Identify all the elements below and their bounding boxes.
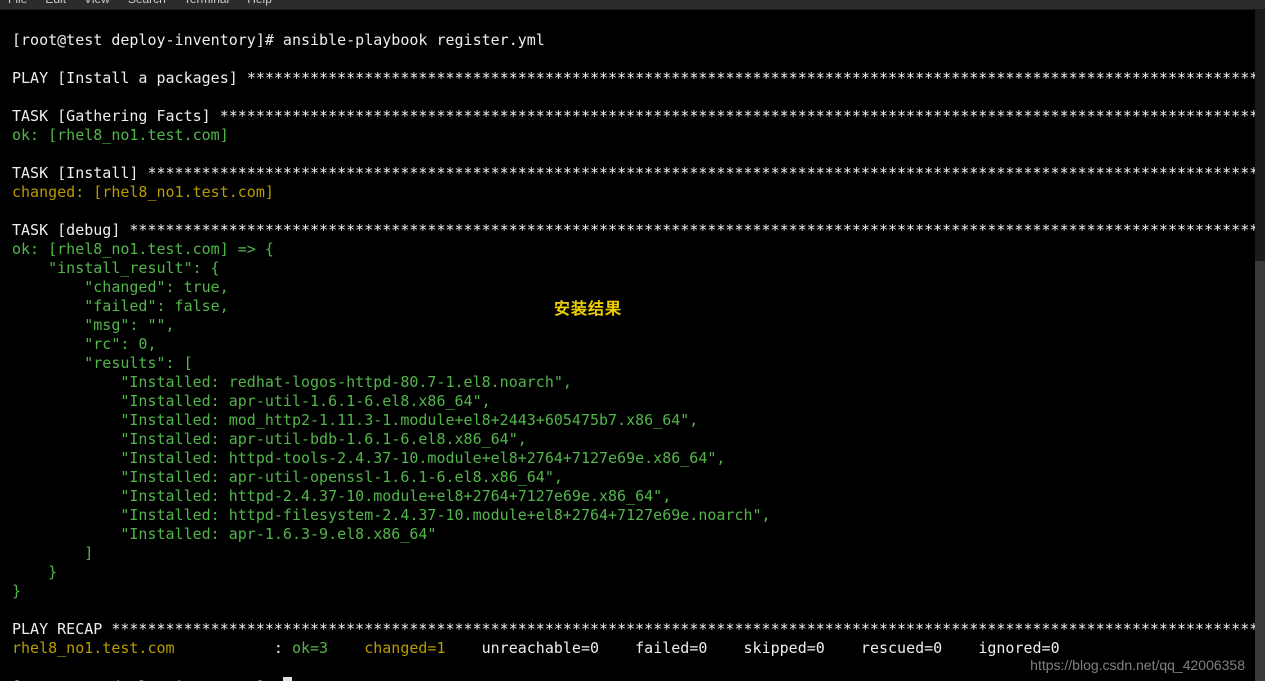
- task-debug: TASK [debug] ***************************…: [12, 221, 1255, 239]
- debug-line: "Installed: apr-1.6.3-9.el8.x86_64": [12, 525, 436, 543]
- prompt-line-1: [root@test deploy-inventory]# ansible-pl…: [12, 31, 545, 49]
- debug-line: "Installed: apr-util-1.6.1-6.el8.x86_64"…: [12, 392, 491, 410]
- debug-line: "changed": true,: [12, 278, 229, 296]
- debug-line: }: [12, 563, 57, 581]
- menu-help[interactable]: Help: [247, 0, 272, 9]
- debug-line: "rc": 0,: [12, 335, 157, 353]
- debug-line: "results": [: [12, 354, 193, 372]
- debug-output-open: ok: [rhel8_no1.test.com] => {: [12, 240, 274, 258]
- recap-changed: changed=1: [364, 639, 481, 658]
- debug-line: "msg": "",: [12, 316, 175, 334]
- play-recap-line: rhel8_no1.test.com : ok=3 changed=1 unre…: [12, 639, 1096, 657]
- debug-line: "Installed: redhat-logos-httpd-80.7-1.el…: [12, 373, 572, 391]
- menu-search[interactable]: Search: [128, 0, 166, 9]
- watermark-text: https://blog.csdn.net/qq_42006358: [1030, 656, 1245, 675]
- debug-line: "Installed: httpd-filesystem-2.4.37-10.m…: [12, 506, 771, 524]
- debug-line: "Installed: mod_http2-1.11.3-1.module+el…: [12, 411, 698, 429]
- debug-output-close: }: [12, 582, 21, 600]
- debug-line: "install_result": {: [12, 259, 220, 277]
- menu-file[interactable]: File: [8, 0, 27, 9]
- debug-line: "Installed: httpd-2.4.37-10.module+el8+2…: [12, 487, 671, 505]
- recap-ok: ok=3: [292, 639, 364, 658]
- menu-edit[interactable]: Edit: [45, 0, 66, 9]
- scrollbar-track[interactable]: [1255, 10, 1265, 681]
- play-recap-header: PLAY RECAP *****************************…: [12, 620, 1255, 638]
- play-header: PLAY [Install a packages] **************…: [12, 69, 1255, 87]
- menu-view[interactable]: View: [84, 0, 110, 9]
- debug-line: "Installed: httpd-tools-2.4.37-10.module…: [12, 449, 725, 467]
- terminal-viewport[interactable]: [root@test deploy-inventory]# ansible-pl…: [0, 10, 1255, 681]
- menu-terminal[interactable]: Terminal: [184, 0, 229, 9]
- cursor-icon: [283, 677, 292, 681]
- task-install: TASK [Install] *************************…: [12, 164, 1255, 182]
- ok-gathering: ok: [rhel8_no1.test.com]: [12, 126, 229, 144]
- debug-line: ]: [12, 544, 93, 562]
- task-gathering-facts: TASK [Gathering Facts] *****************…: [12, 107, 1255, 125]
- debug-line: "Installed: apr-util-openssl-1.6.1-6.el8…: [12, 468, 563, 486]
- changed-install: changed: [rhel8_no1.test.com]: [12, 183, 274, 201]
- recap-host: rhel8_no1.test.com: [12, 639, 175, 658]
- recap-rest: unreachable=0 failed=0 skipped=0 rescued…: [482, 639, 1096, 658]
- annotation-label: 安装结果: [554, 300, 622, 319]
- debug-line: "Installed: apr-util-bdb-1.6.1-6.el8.x86…: [12, 430, 527, 448]
- scrollbar-thumb[interactable]: [1255, 261, 1265, 681]
- debug-line: "failed": false,: [12, 297, 229, 315]
- menubar: File Edit View Search Terminal Help: [0, 0, 1265, 10]
